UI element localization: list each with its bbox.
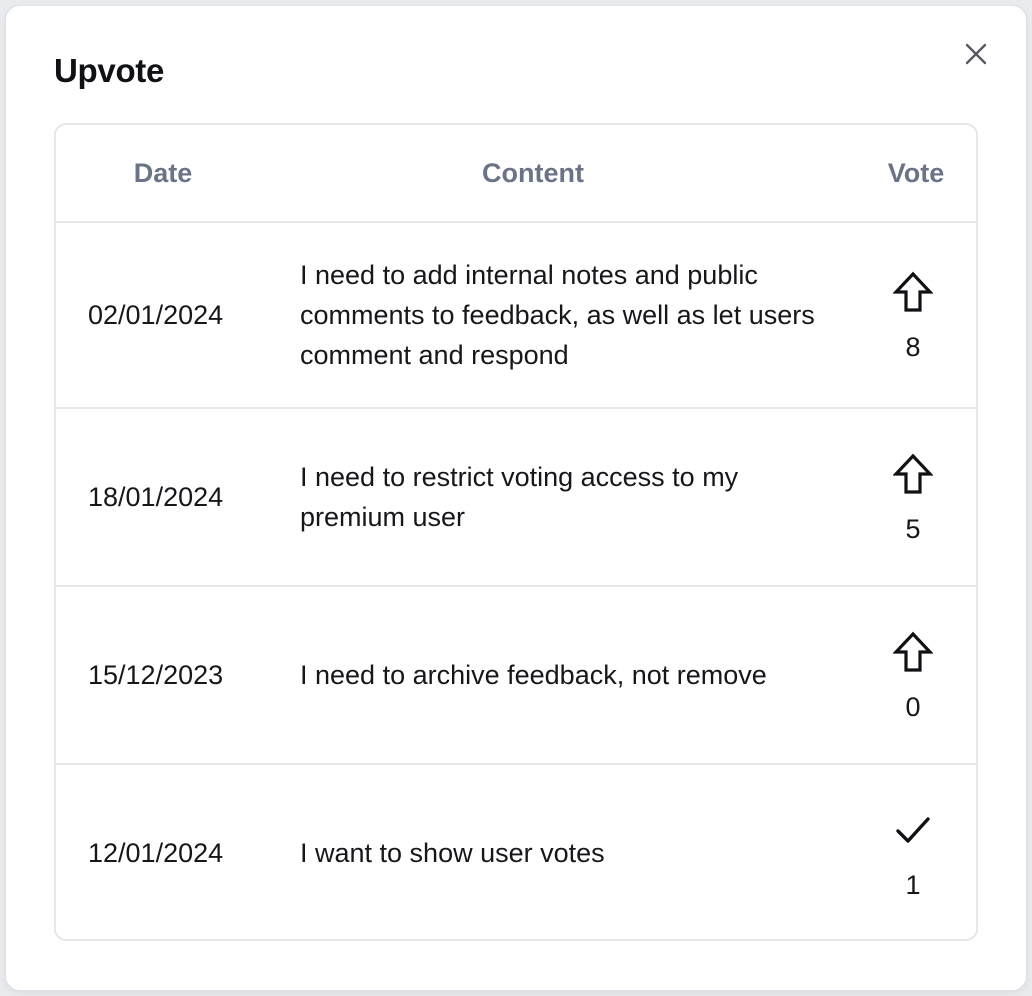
close-button[interactable] xyxy=(958,36,994,72)
upvote-button[interactable] xyxy=(891,450,935,498)
vote-count: 1 xyxy=(905,870,921,900)
vote-count: 8 xyxy=(905,332,921,362)
row-vote-cell: 1 xyxy=(856,764,976,939)
row-content: I need to add internal notes and public … xyxy=(270,222,856,409)
row-date: 02/01/2024 xyxy=(56,222,270,409)
table-row: 15/12/2023 I need to archive feedback, n… xyxy=(56,586,976,765)
table-row: 02/01/2024 I need to add internal notes … xyxy=(56,222,976,409)
upvote-table-card: Date Content Vote 02/01/2024 I need to a… xyxy=(54,123,978,941)
vote-count: 0 xyxy=(905,692,921,722)
row-content: I want to show user votes xyxy=(300,838,605,868)
table-row: 18/01/2024 I need to restrict voting acc… xyxy=(56,408,976,587)
upvote-button[interactable] xyxy=(891,628,935,676)
arrow-up-outline-icon xyxy=(893,453,933,494)
upvote-table: Date Content Vote 02/01/2024 I need to a… xyxy=(56,125,976,939)
arrow-up-outline-icon xyxy=(893,631,933,672)
close-icon xyxy=(965,43,987,65)
column-header-content: Content xyxy=(270,125,856,223)
modal-title: Upvote xyxy=(54,52,165,89)
row-vote-cell: 0 xyxy=(856,586,976,765)
row-date: 18/01/2024 xyxy=(56,408,270,587)
voted-button[interactable] xyxy=(891,806,935,854)
row-content: I need to archive feedback, not remove xyxy=(270,586,856,765)
upvote-modal: Upvote Date Content Vote 02/01/2024 I ne… xyxy=(6,6,1026,990)
row-date: 12/01/2024 xyxy=(88,837,224,868)
check-icon xyxy=(896,817,930,843)
table-header-row: Date Content Vote xyxy=(56,125,976,223)
row-content: I need to restrict voting access to my p… xyxy=(270,408,856,587)
upvote-button[interactable] xyxy=(891,268,935,316)
row-date: 15/12/2023 xyxy=(56,586,270,765)
column-header-vote: Vote xyxy=(856,125,976,223)
table-row: 12/01/2024 I want to show user votes 1 xyxy=(56,764,976,939)
row-vote-cell: 5 xyxy=(856,408,976,587)
arrow-up-outline-icon xyxy=(893,271,933,312)
column-header-date: Date xyxy=(56,125,270,223)
vote-count: 5 xyxy=(905,514,921,544)
row-vote-cell: 8 xyxy=(856,222,976,409)
